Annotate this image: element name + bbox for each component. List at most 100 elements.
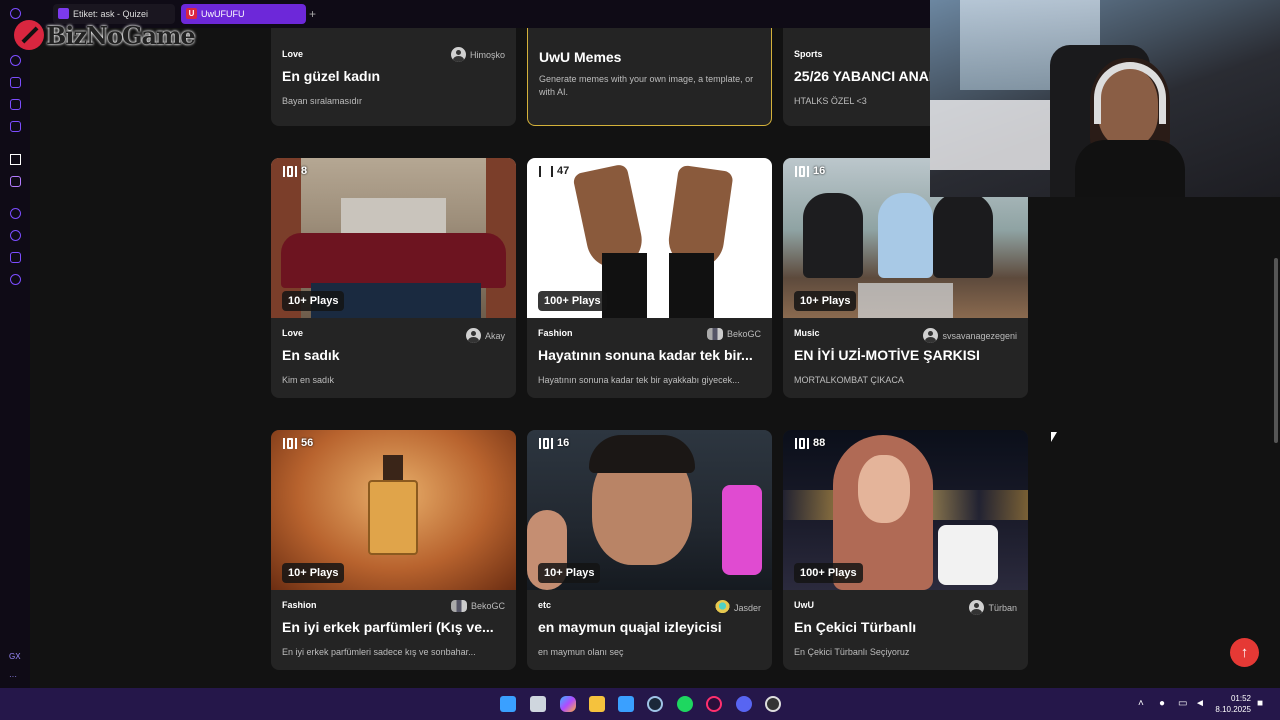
- question-count: 16: [795, 165, 825, 177]
- cards-icon: [795, 437, 809, 449]
- quiz-card[interactable]: 56 10+ Plays Fashion BekoGC En iyi erkek…: [271, 430, 516, 670]
- quiz-card[interactable]: Love Himoşko En güzel kadın Bayan sırala…: [271, 28, 516, 126]
- cube-icon[interactable]: [10, 252, 21, 263]
- plays-badge: 10+ Plays: [538, 563, 601, 583]
- chevron-up-icon[interactable]: ˄: [1138, 698, 1144, 709]
- explorer-icon[interactable]: [589, 696, 605, 712]
- steam-icon[interactable]: [647, 696, 663, 712]
- author-name: BekoGC: [470, 601, 505, 611]
- user-avatar-icon: [450, 47, 466, 62]
- nav-icon[interactable]: [10, 154, 21, 165]
- microphone-icon[interactable]: ●: [1159, 698, 1165, 709]
- card-thumbnail[interactable]: 56 10+ Plays: [271, 430, 516, 590]
- clock-date: 8.10.2025: [1215, 705, 1251, 714]
- clock-icon[interactable]: [10, 230, 21, 241]
- card-description: MORTALKOMBAT ÇIKACA: [794, 375, 904, 385]
- gx-label[interactable]: GX: [9, 652, 21, 661]
- quiz-card[interactable]: 47 100+ Plays Fashion BekoGC Hayatının s…: [527, 158, 772, 398]
- card-title: En sadık: [282, 347, 340, 363]
- count-value: 16: [813, 165, 826, 177]
- card-title: En iyi erkek parfümleri (Kış ve...: [282, 619, 494, 635]
- card-title: en maymun quajal izleyicisi: [538, 619, 722, 635]
- card-author[interactable]: svsavanagezegeni: [923, 328, 1017, 343]
- count-value: 47: [557, 165, 570, 177]
- windows-icon[interactable]: [500, 696, 516, 712]
- bag-icon[interactable]: [10, 77, 21, 88]
- twitch-icon[interactable]: [10, 176, 21, 187]
- bekogc-avatar-icon: [450, 600, 467, 612]
- bekogc-avatar-icon: [706, 328, 723, 340]
- card-thumbnail[interactable]: 88 100+ Plays: [783, 430, 1028, 590]
- cam-headphones: [1094, 62, 1166, 124]
- opera-gx-icon[interactable]: [706, 696, 722, 712]
- more-button[interactable]: ···: [9, 672, 17, 681]
- cards-icon: [283, 165, 297, 177]
- card-thumbnail[interactable]: 16 10+ Plays: [527, 430, 772, 590]
- quiz-card[interactable]: 88 100+ Plays UwU Türban En Çekici Türba…: [783, 430, 1028, 670]
- card-author[interactable]: Türban: [969, 600, 1017, 615]
- author-name: Türban: [988, 602, 1017, 613]
- user-avatar-icon: [969, 600, 985, 615]
- card-description: Kim en sadık: [282, 375, 335, 385]
- question-count: 8: [283, 165, 307, 177]
- user-avatar-icon: [923, 328, 939, 343]
- card-thumbnail[interactable]: 47 100+ Plays: [527, 158, 772, 318]
- plays-badge: 100+ Plays: [538, 291, 607, 311]
- copilot-icon[interactable]: [560, 696, 576, 712]
- card-description: En Çekici Türbanlı Seçiyoruz: [794, 647, 910, 657]
- card-author[interactable]: Himoşko: [450, 47, 505, 62]
- card-author[interactable]: BekoGC: [706, 328, 761, 340]
- windows-taskbar: ˄ ● ▭ ◄ 01:52 8.10.2025 ■: [0, 688, 1280, 720]
- network-icon[interactable]: ▭: [1178, 698, 1187, 709]
- settings-icon[interactable]: [10, 274, 21, 285]
- card-author[interactable]: Jasder: [714, 600, 761, 615]
- cards-icon: [539, 437, 553, 449]
- task-view-icon[interactable]: [530, 696, 546, 712]
- plays-badge: 100+ Plays: [794, 563, 863, 583]
- scroll-to-top-button[interactable]: ↑: [1230, 638, 1259, 667]
- m-icon[interactable]: [10, 121, 21, 132]
- question-count: 56: [283, 437, 313, 449]
- card-title: UwU Memes: [539, 49, 622, 65]
- uwu-memes-card[interactable]: UwU Memes Generate memes with your own i…: [527, 28, 772, 126]
- spotify-icon[interactable]: [677, 696, 693, 712]
- webcam-overlay: [930, 0, 1280, 197]
- author-name: Akay: [484, 330, 505, 341]
- system-clock[interactable]: 01:52 8.10.2025: [1215, 693, 1251, 715]
- watermark-logo: BizNoGame: [14, 18, 196, 52]
- notification-icon[interactable]: ■: [1257, 698, 1263, 709]
- refresh-icon[interactable]: [10, 55, 21, 66]
- play-icon[interactable]: [10, 208, 21, 219]
- author-name: BekoGC: [726, 329, 761, 339]
- plays-badge: 10+ Plays: [282, 563, 345, 583]
- new-tab-button[interactable]: +: [309, 7, 316, 21]
- tab-uwufufu[interactable]: U UwUFUFU: [181, 4, 306, 24]
- cards-icon: [539, 165, 553, 177]
- user-avatar-icon: [465, 328, 481, 343]
- plays-badge: 10+ Plays: [282, 291, 345, 311]
- card-description: Bayan sıralamasıdır: [282, 96, 363, 106]
- browser-sidebar: GX ···: [0, 8, 30, 688]
- count-value: 8: [301, 165, 308, 177]
- card-title: Hayatının sonuna kadar tek bir...: [538, 347, 753, 363]
- volume-icon[interactable]: ◄: [1195, 698, 1205, 709]
- card-description: en maymun olanı seç: [538, 647, 624, 657]
- quiz-card[interactable]: 16 10+ Plays etc Jasder en maymun quajal…: [527, 430, 772, 670]
- settings-icon[interactable]: [765, 696, 781, 712]
- store-icon[interactable]: [618, 696, 634, 712]
- mouse-cursor-icon: [1051, 432, 1057, 442]
- question-count: 47: [539, 165, 569, 177]
- count-value: 56: [301, 437, 314, 449]
- page-scrollbar[interactable]: [1274, 258, 1278, 443]
- tv-icon[interactable]: [10, 99, 21, 110]
- card-thumbnail[interactable]: 8 10+ Plays: [271, 158, 516, 318]
- count-value: 88: [813, 437, 826, 449]
- card-title: En güzel kadın: [282, 68, 381, 84]
- quiz-card[interactable]: 8 10+ Plays Love Akay En sadık Kim en sa…: [271, 158, 516, 398]
- card-author[interactable]: Akay: [465, 328, 505, 343]
- discord-icon[interactable]: [736, 696, 752, 712]
- cam-screen: [930, 100, 1070, 170]
- card-title: EN İYİ UZİ-MOTİVE ŞARKISI: [794, 347, 980, 363]
- card-author[interactable]: BekoGC: [450, 600, 505, 612]
- watermark-text: BizNoGame: [46, 20, 196, 50]
